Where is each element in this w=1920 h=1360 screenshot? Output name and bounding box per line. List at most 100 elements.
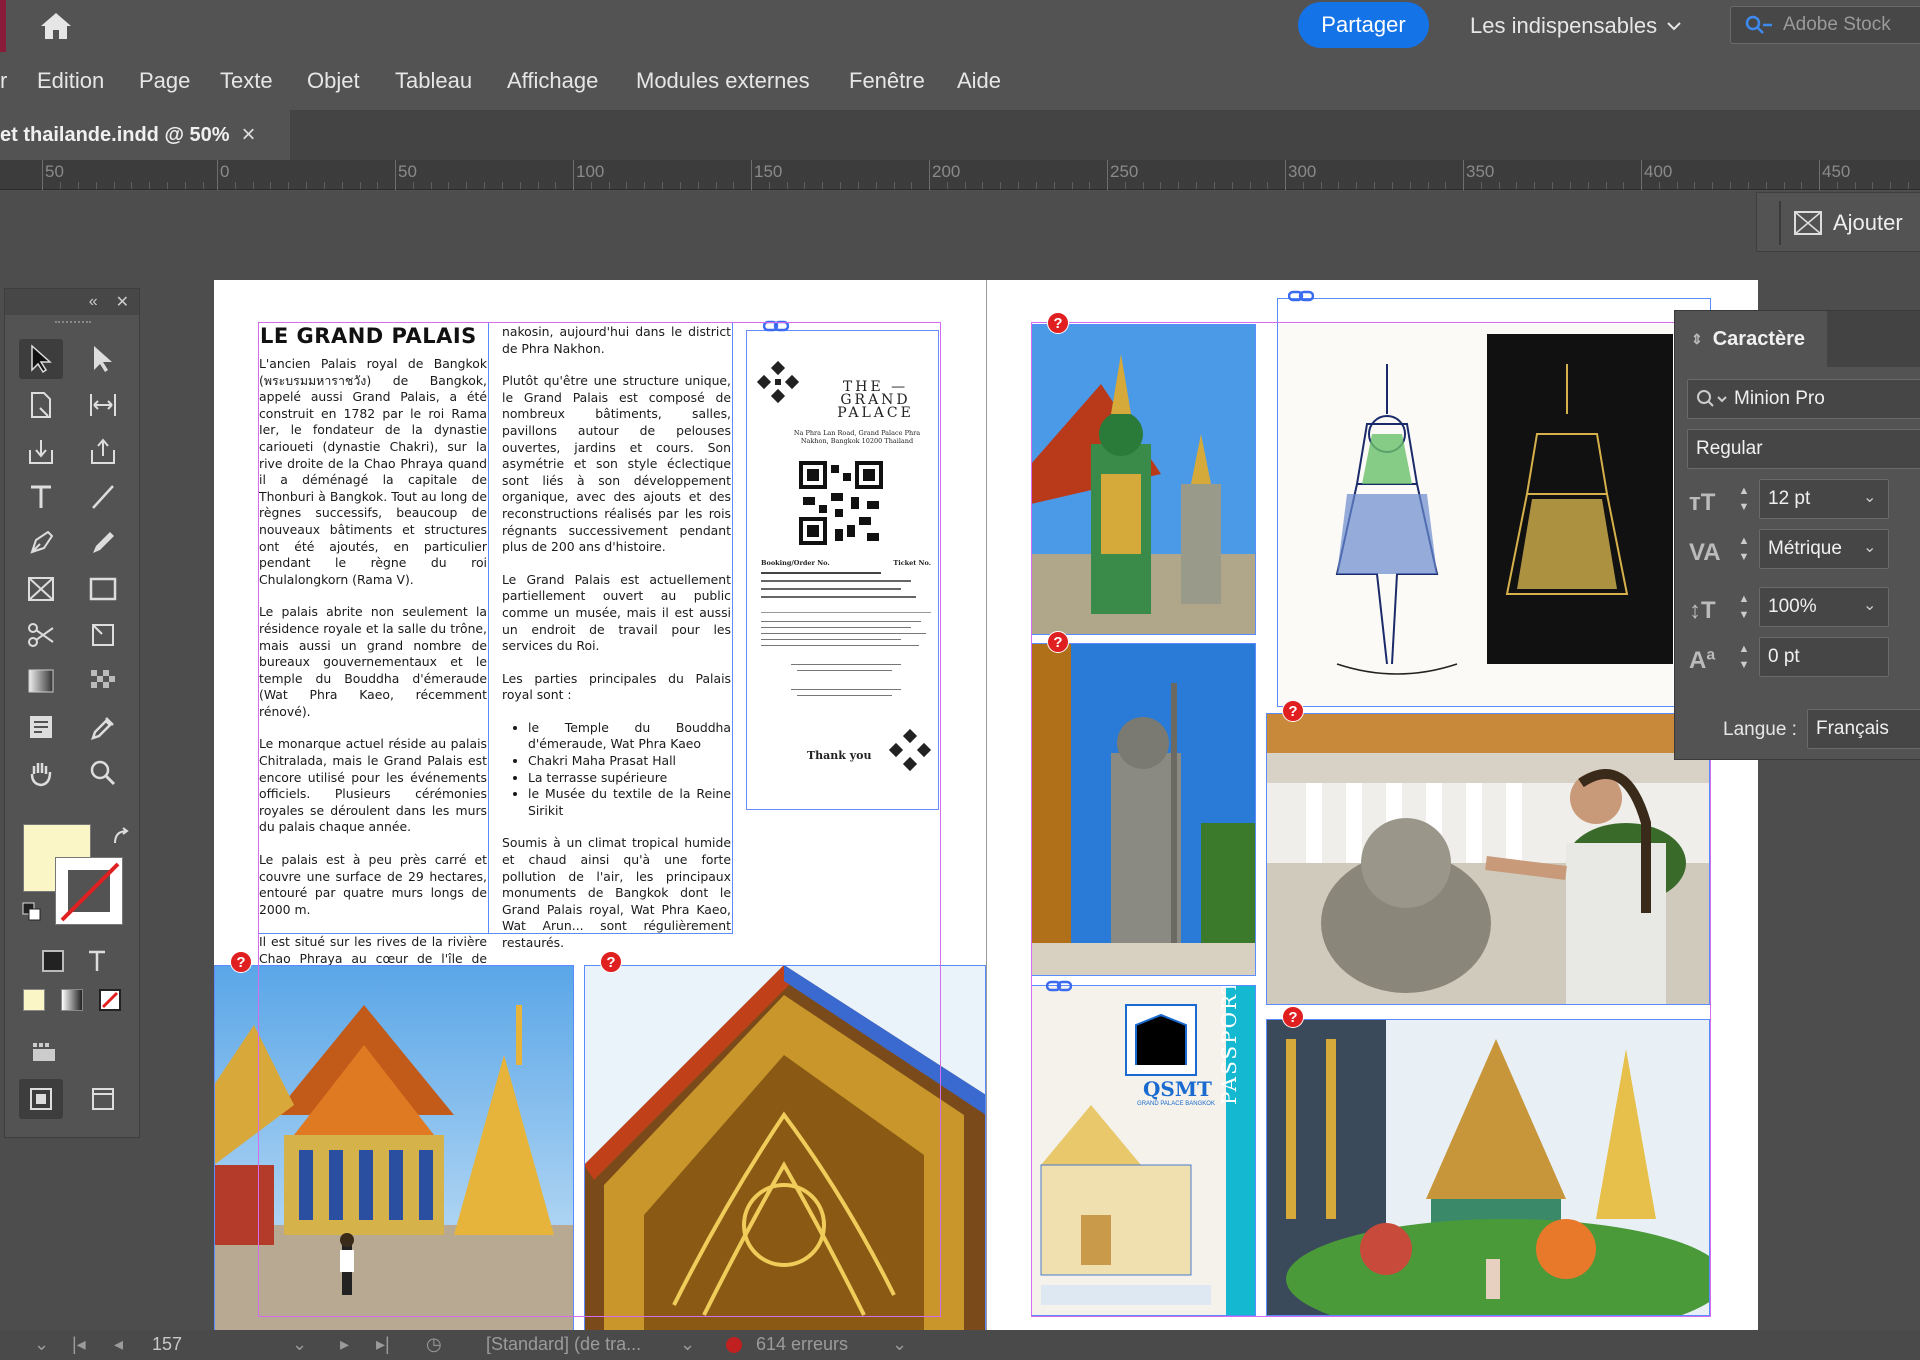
type-tool-icon[interactable] (19, 477, 63, 517)
adobe-stock-search[interactable]: Adobe Stock (1730, 6, 1920, 44)
font-size-stepper[interactable]: ▲ ▼ (1731, 479, 1757, 519)
home-button[interactable] (36, 8, 76, 44)
menu-affichage[interactable]: Affichage (507, 68, 598, 94)
content-collector-icon[interactable] (19, 431, 63, 471)
apply-gradient-icon[interactable] (61, 989, 83, 1011)
photo-passport-booklet[interactable]: QSMT GRAND PALACE BANGKOK PASSPORT (1031, 985, 1256, 1316)
photo-temple-garden[interactable] (1266, 1019, 1710, 1316)
rectangle-tool-icon[interactable] (81, 569, 125, 609)
photo-traveler-with-lion-statue[interactable] (1266, 713, 1710, 1005)
chevron-down-icon[interactable]: ⌄ (1863, 595, 1876, 615)
normal-view-icon[interactable] (19, 1079, 63, 1119)
missing-link-warning-icon[interactable]: ? (1282, 700, 1304, 722)
chevron-down-icon[interactable]: ⌄ (680, 1334, 695, 1355)
ajouter-button[interactable]: Ajouter (1779, 201, 1915, 245)
pen-tool-icon[interactable] (19, 523, 63, 563)
photo-guardian-sketches[interactable] (1277, 324, 1673, 707)
menu-objet[interactable]: Objet (307, 68, 360, 94)
menu-fenetre[interactable]: Fenêtre (849, 68, 925, 94)
grip-icon[interactable] (55, 321, 91, 325)
missing-link-warning-icon[interactable]: ? (1047, 312, 1069, 334)
swap-colors-icon[interactable] (111, 827, 133, 849)
page-tool-icon[interactable] (19, 385, 63, 425)
apply-none-icon[interactable] (99, 989, 121, 1011)
previous-page-icon[interactable]: ◂ (114, 1334, 123, 1355)
menu-texte[interactable]: Texte (220, 68, 273, 94)
text-column-2[interactable]: nakosin, aujourd'hui dans le district de… (502, 324, 731, 968)
menu-modules-externes[interactable]: Modules externes (636, 68, 810, 94)
language-select[interactable]: Français (1807, 709, 1920, 749)
document-tab[interactable]: et thailande.indd @ 50% × (0, 110, 290, 160)
close-icon[interactable]: × (242, 121, 256, 149)
photo-yaksha-guardians[interactable] (1031, 324, 1256, 635)
missing-link-warning-icon[interactable]: ? (1047, 631, 1069, 653)
scissors-tool-icon[interactable] (19, 615, 63, 655)
gradient-tool-icon[interactable] (19, 661, 63, 701)
workspace-switcher[interactable]: Les indispensables (1470, 10, 1681, 42)
line-tool-icon[interactable] (81, 477, 125, 517)
menu-aide[interactable]: Aide (957, 68, 1001, 94)
content-placer-icon[interactable] (81, 431, 125, 471)
horizontal-ruler[interactable]: 50 0 50 100 150 200 250 300 350 400 450 (0, 160, 1920, 190)
collapse-icon[interactable]: « (89, 293, 98, 311)
share-button[interactable]: Partager (1298, 2, 1429, 48)
error-count[interactable]: 614 erreurs (756, 1334, 848, 1355)
menu-file[interactable]: r (0, 68, 7, 94)
missing-link-warning-icon[interactable]: ? (230, 951, 252, 973)
selection-tool-icon[interactable] (19, 339, 63, 379)
tools-panel-header[interactable]: « ✕ (5, 289, 139, 315)
hand-tool-icon[interactable] (19, 753, 63, 793)
menu-tableau[interactable]: Tableau (395, 68, 472, 94)
free-transform-tool-icon[interactable] (81, 615, 125, 655)
missing-link-warning-icon[interactable]: ? (1282, 1006, 1304, 1028)
note-tool-icon[interactable] (19, 707, 63, 747)
page-number-field[interactable]: 157 (152, 1334, 182, 1355)
stroke-color-swatch[interactable] (55, 857, 123, 925)
chevron-down-icon[interactable]: ⌄ (892, 1334, 907, 1355)
chevron-down-icon[interactable]: ⌄ (1863, 537, 1876, 557)
gradient-feather-tool-icon[interactable] (81, 661, 125, 701)
chevron-down-icon[interactable]: ⌄ (1863, 487, 1876, 507)
photo-chinese-stone-statue[interactable] (1031, 643, 1256, 976)
last-page-icon[interactable]: ▸| (376, 1334, 390, 1355)
next-page-icon[interactable]: ▸ (340, 1334, 349, 1355)
direct-selection-tool-icon[interactable] (81, 339, 125, 379)
link-icon[interactable] (763, 320, 789, 332)
font-family-field[interactable]: Minion Pro (1687, 379, 1920, 419)
rectangle-frame-tool-icon[interactable] (19, 569, 63, 609)
missing-link-warning-icon[interactable]: ? (600, 951, 622, 973)
gap-tool-icon[interactable] (81, 385, 125, 425)
link-icon[interactable] (1046, 980, 1072, 992)
preflight-profile[interactable]: [Standard] (de tra... (486, 1334, 641, 1355)
text-column-1[interactable]: L'ancien Palais royal de Bangkok (พระบรม… (259, 356, 487, 1000)
apply-color-icon[interactable] (23, 989, 45, 1011)
first-page-icon[interactable]: |◂ (72, 1334, 86, 1355)
chevron-down-icon[interactable]: ⌄ (34, 1334, 49, 1355)
language-label: Langue : (1723, 719, 1797, 740)
zoom-tool-icon[interactable] (81, 753, 125, 793)
ticket-image[interactable]: THE — GRAND PALACE Na Phra Lan Road, Gra… (746, 330, 939, 810)
font-style-field[interactable]: Regular (1687, 429, 1920, 469)
menu-edition[interactable]: Edition (37, 68, 104, 94)
eyedropper-tool-icon[interactable] (81, 707, 125, 747)
menu-page[interactable]: Page (139, 68, 190, 94)
preview-view-icon[interactable] (81, 1079, 125, 1119)
formatting-text-icon[interactable] (75, 941, 119, 981)
link-icon[interactable] (1288, 290, 1314, 302)
kerning-stepper[interactable]: ▲ ▼ (1731, 529, 1757, 569)
photo-temple-gable-detail[interactable] (584, 965, 986, 1334)
tab-caractere[interactable]: ⇕ Caractère (1675, 311, 1827, 367)
vertical-scale-stepper[interactable]: ▲ ▼ (1731, 587, 1757, 627)
article-title[interactable]: LE GRAND PALAIS (260, 324, 477, 348)
open-page-icon[interactable]: ◷ (426, 1334, 442, 1355)
pencil-tool-icon[interactable] (81, 523, 125, 563)
ruler-label: 400 (1644, 162, 1673, 181)
baseline-shift-stepper[interactable]: ▲ ▼ (1731, 637, 1757, 677)
formatting-container-icon[interactable] (31, 941, 75, 981)
chevron-down-icon[interactable]: ⌄ (292, 1334, 307, 1355)
screen-mode-icon[interactable] (31, 1041, 59, 1063)
close-panel-icon[interactable]: ✕ (116, 292, 129, 312)
default-colors-icon[interactable] (21, 901, 43, 923)
baseline-shift-field[interactable]: 0 pt (1759, 637, 1889, 677)
photo-temple-wat-phra-kaeo[interactable] (214, 965, 574, 1334)
